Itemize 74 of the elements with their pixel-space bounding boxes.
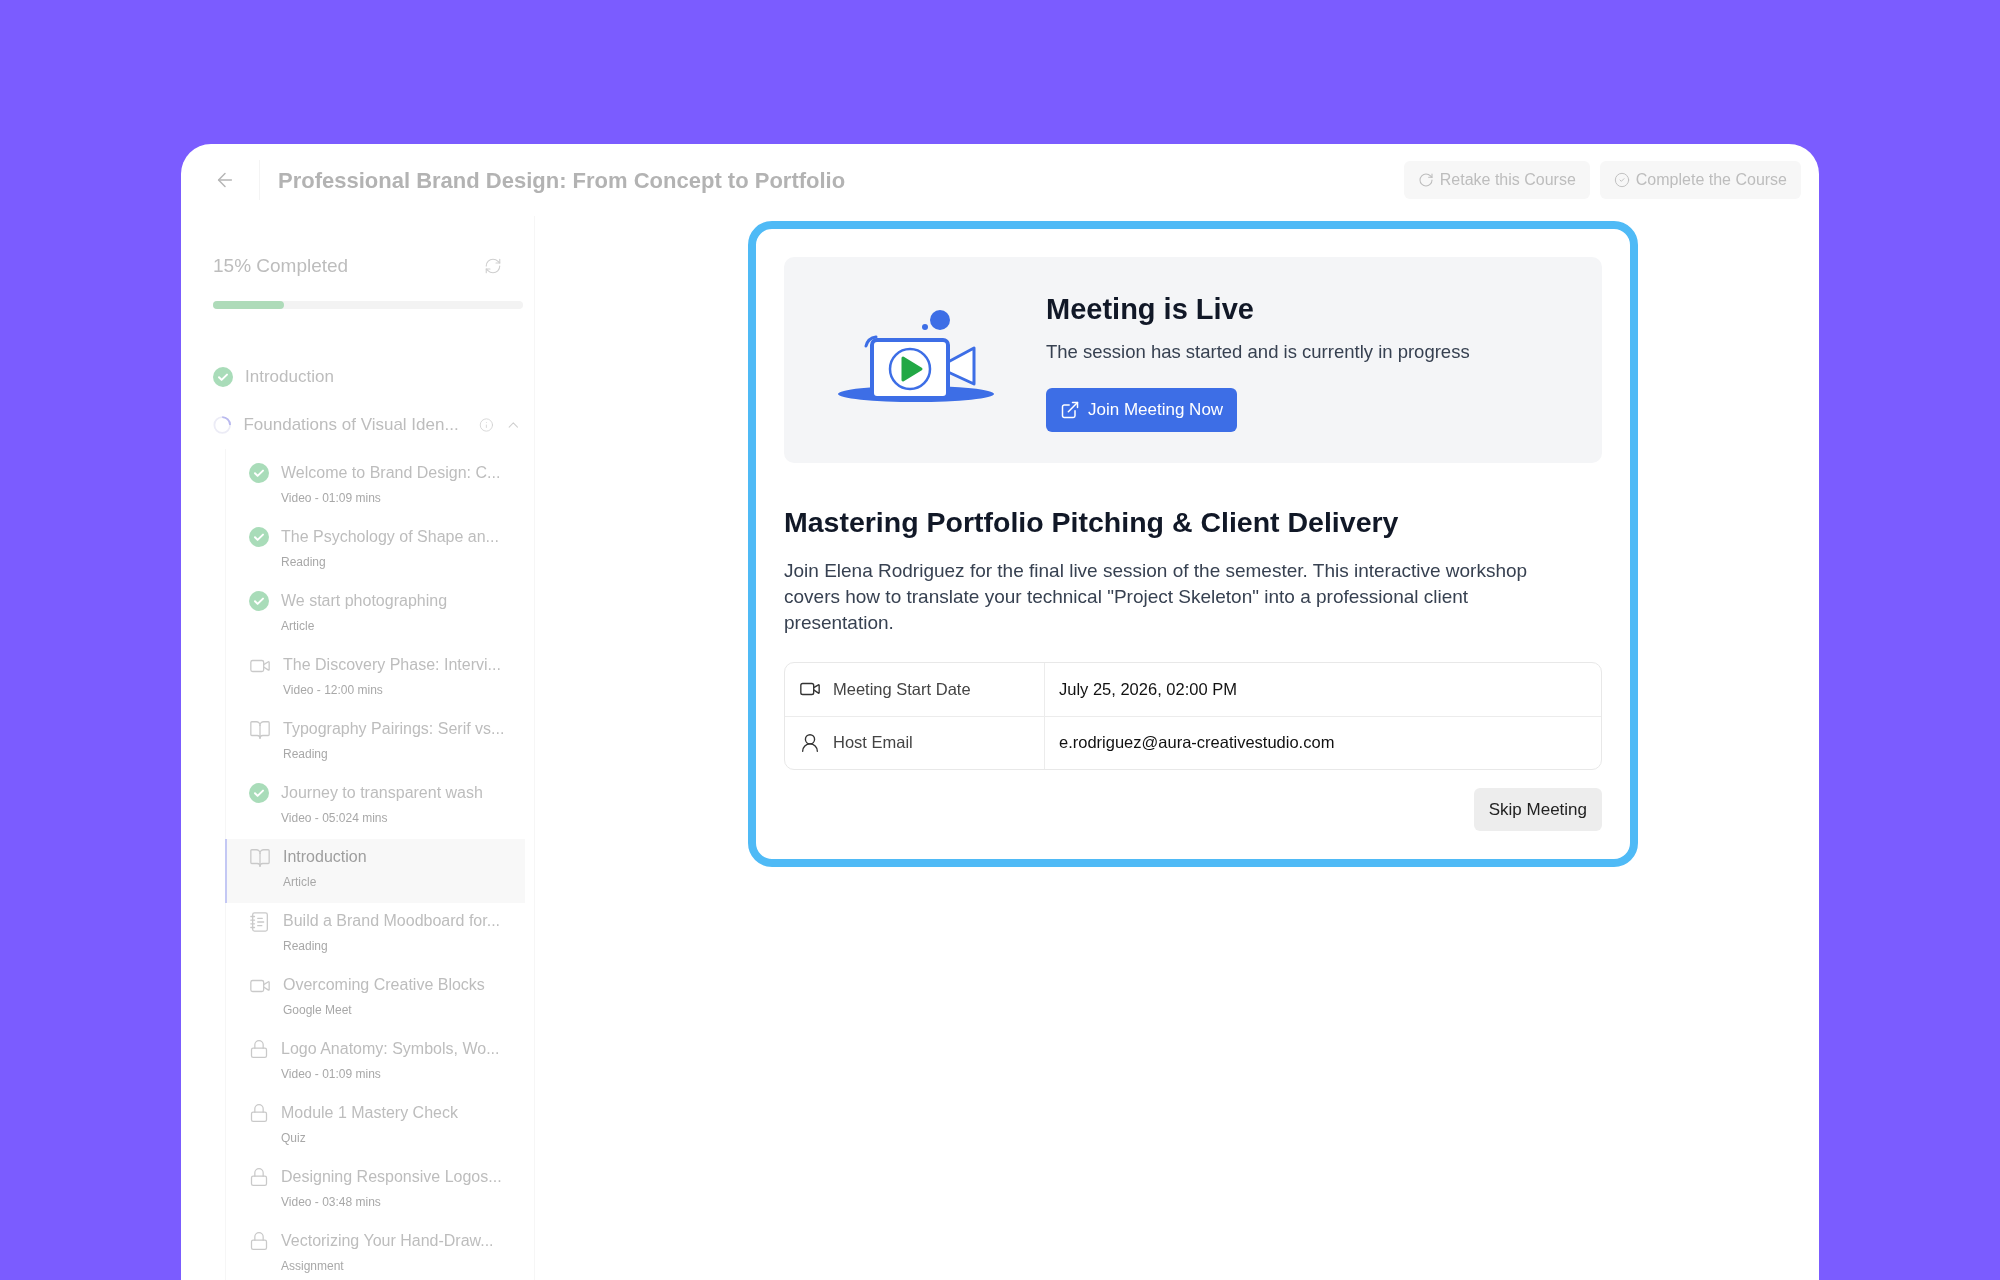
check-circle-icon — [249, 462, 269, 483]
lesson-meta: Reading — [283, 745, 329, 763]
detail-label: Host Email — [833, 732, 913, 754]
check-circle-icon — [249, 590, 269, 611]
lesson-item[interactable]: Typography Pairings: Serif vs... Reading — [225, 710, 525, 775]
lesson-title: The Discovery Phase: Intervi... — [283, 654, 501, 675]
lesson-title: Logo Anatomy: Symbols, Wo... — [281, 1038, 500, 1059]
lesson-meta: Video - 12:00 mins — [283, 681, 384, 699]
lesson-item[interactable]: Welcome to Brand Design: C... Video - 01:09 mins — [225, 454, 525, 519]
lesson-meta: Quiz — [281, 1129, 307, 1147]
book-icon — [249, 846, 271, 869]
lesson-meta: Article — [281, 617, 316, 635]
lesson-meta: Assignment — [281, 1257, 345, 1275]
refresh-icon[interactable] — [484, 257, 502, 276]
lesson-meta: Google Meet — [283, 1001, 353, 1019]
lesson-meta: Reading — [283, 937, 329, 955]
retake-icon — [1417, 172, 1434, 188]
lesson-meta: Reading — [281, 553, 327, 571]
section-title[interactable]: Foundations of Visual Iden... — [243, 411, 459, 438]
lesson-item[interactable]: The Psychology of Shape an... Reading — [225, 518, 525, 583]
section-title[interactable]: Introduction — [245, 363, 334, 390]
lesson-item[interactable]: Introduction Article — [225, 838, 525, 903]
live-status-title: Meeting is Live — [1046, 292, 1255, 328]
lesson-meta: Video - 01:09 mins — [281, 1065, 382, 1083]
lesson-item[interactable]: Journey to transparent wash Video - 05:024 mins — [225, 774, 525, 839]
lesson-title: Typography Pairings: Serif vs... — [283, 718, 505, 739]
lesson-title: Introduction — [283, 846, 367, 867]
lesson-meta: Article — [283, 873, 318, 891]
check-circle-icon — [213, 366, 233, 387]
lesson-title: The Psychology of Shape an... — [281, 526, 499, 547]
info-icon[interactable] — [478, 416, 494, 433]
check-circle-icon — [249, 526, 269, 547]
lesson-title: Vectorizing Your Hand-Draw... — [281, 1230, 494, 1251]
skip-meeting-button[interactable]: Skip Meeting — [1473, 787, 1602, 831]
lesson-meta: Video - 01:09 mins — [281, 489, 382, 507]
lesson-meta: Video - 05:024 mins — [281, 809, 389, 827]
lesson-item[interactable]: Vectorizing Your Hand-Draw... Assignment — [225, 1222, 525, 1280]
lesson-title: Journey to transparent wash — [281, 782, 483, 803]
check-circle-icon — [1613, 172, 1630, 188]
header-button[interactable]: Complete the Course — [1599, 161, 1801, 199]
lock-icon — [249, 1038, 269, 1059]
lesson-item[interactable]: Logo Anatomy: Symbols, Wo... Video - 01:09 mins — [225, 1030, 525, 1095]
lock-icon — [249, 1102, 269, 1123]
join-meeting-button[interactable]: Join Meeting Now — [1046, 387, 1238, 432]
lesson-meta: Video - 03:48 mins — [281, 1193, 382, 1211]
lesson-item[interactable]: Overcoming Creative Blocks Google Meet — [225, 966, 525, 1031]
live-status-text: The session has started and is currently in progress — [1046, 339, 1470, 364]
detail-value: July 25, 2026, 02:00 PM — [1059, 678, 1237, 700]
progress-ring-icon — [213, 414, 232, 435]
lesson-item[interactable]: We start photographing Article — [225, 582, 525, 647]
user-icon — [799, 731, 821, 754]
lesson-title: Module 1 Mastery Check — [281, 1102, 458, 1123]
lesson-title: Designing Responsive Logos... — [281, 1166, 502, 1187]
lesson-item[interactable]: Build a Brand Moodboard for... Reading — [225, 902, 525, 967]
check-circle-icon — [249, 782, 269, 803]
lesson-title: We start photographing — [281, 590, 448, 611]
progress-label: 15% Completed — [213, 254, 349, 278]
lesson-item[interactable]: Designing Responsive Logos... Video - 03:48 mins — [225, 1158, 525, 1223]
meeting-title: Mastering Portfolio Pitching & Client Delivery — [784, 505, 1400, 540]
course-title: Professional Brand Design: From Concept to Portfolio — [278, 166, 846, 195]
book-icon — [249, 718, 271, 741]
document-icon — [249, 910, 271, 933]
meeting-description: Join Elena Rodriguez for the final live session of the semester. This interactive workshop covers how to translate your technical "Project Skeleton" into a professional client presentation. — [784, 558, 1529, 635]
lock-icon — [249, 1230, 269, 1251]
lesson-item[interactable]: The Discovery Phase: Intervi... Video - 12:00 mins — [225, 646, 525, 711]
detail-value: e.rodriguez@aura-creativestudio.com — [1059, 732, 1335, 754]
lesson-title: Overcoming Creative Blocks — [283, 974, 485, 995]
header-button[interactable]: Retake this Course — [1403, 161, 1590, 199]
lesson-item[interactable]: Module 1 Mastery Check Quiz — [225, 1094, 525, 1159]
detail-label: Meeting Start Date — [833, 678, 971, 700]
external-link-icon — [1060, 399, 1080, 420]
lesson-title: Welcome to Brand Design: C... — [281, 462, 501, 483]
lock-icon — [249, 1166, 269, 1187]
lesson-title: Build a Brand Moodboard for... — [283, 910, 501, 931]
